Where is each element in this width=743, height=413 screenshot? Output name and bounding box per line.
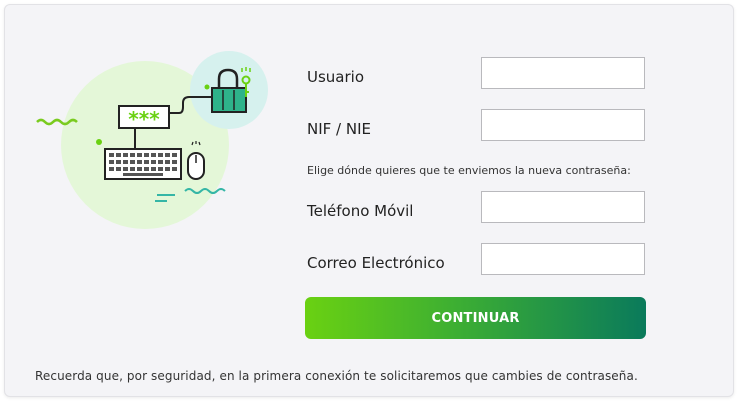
email-input[interactable] <box>481 243 645 275</box>
continue-button[interactable]: CONTINUAR <box>305 297 646 339</box>
security-reminder-note: Recuerda que, por seguridad, en la prime… <box>35 369 638 383</box>
recovery-card: *** Usuario NIF / NIE Elige dónde quiere… <box>4 4 734 397</box>
nif-nie-label: NIF / NIE <box>307 120 371 138</box>
delivery-choice-helper-text: Elige dónde quieres que te enviemos la n… <box>307 164 631 177</box>
nif-nie-input[interactable] <box>481 109 645 141</box>
mobile-phone-label: Teléfono Móvil <box>307 202 414 220</box>
username-input[interactable] <box>481 57 645 89</box>
username-label: Usuario <box>307 68 365 86</box>
mobile-phone-input[interactable] <box>481 191 645 223</box>
password-recovery-form: Usuario NIF / NIE Elige dónde quieres qu… <box>5 5 733 396</box>
email-label: Correo Electrónico <box>307 254 445 272</box>
